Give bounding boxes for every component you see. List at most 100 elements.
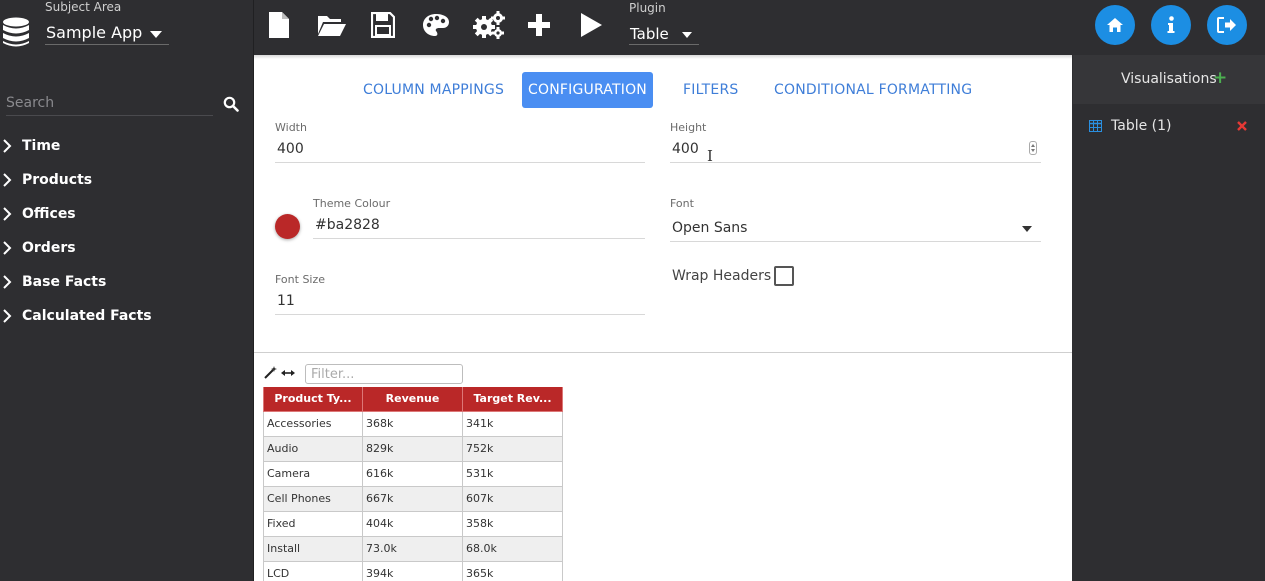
table-cell: Accessories — [263, 412, 363, 437]
resize-horizontal-icon[interactable] — [281, 366, 295, 380]
width-input[interactable]: 400 — [275, 137, 645, 163]
table-cell: 394k — [363, 562, 463, 581]
chevron-down-icon — [1022, 226, 1032, 232]
table-row: Audio 829k 752k — [263, 437, 564, 462]
sidebar-item-products[interactable]: Products — [0, 168, 250, 192]
sign-out-icon — [1217, 17, 1236, 33]
open-folder-icon[interactable] — [316, 10, 348, 40]
tab-configuration[interactable]: CONFIGURATION — [522, 72, 653, 108]
table-cell: 404k — [363, 512, 463, 537]
table-cell: 365k — [463, 562, 563, 581]
tab-column-mappings[interactable]: COLUMN MAPPINGS — [363, 72, 504, 108]
table-filter-input[interactable] — [305, 364, 463, 384]
font-select[interactable]: Open Sans — [670, 216, 1041, 242]
plus-icon[interactable] — [524, 10, 554, 40]
wrap-headers-checkbox[interactable] — [774, 266, 794, 286]
sidebar-item-label: Time — [22, 138, 61, 154]
search-box — [6, 92, 213, 116]
theme-colour-swatch[interactable] — [275, 214, 300, 239]
sign-out-button[interactable] — [1207, 5, 1247, 45]
table-row: Camera 616k 531k — [263, 462, 564, 487]
home-icon — [1107, 18, 1123, 32]
height-value: 400 — [672, 141, 699, 157]
table-cell: 341k — [463, 412, 563, 437]
sidebar-item-orders[interactable]: Orders — [0, 236, 250, 260]
chevron-right-icon — [3, 173, 12, 187]
home-button[interactable] — [1095, 5, 1135, 45]
sidebar-item-base-facts[interactable]: Base Facts — [0, 270, 250, 294]
table-cell: 531k — [463, 462, 563, 487]
table-cell: Cell Phones — [263, 487, 363, 512]
height-label: Height — [670, 121, 707, 134]
table-row: Accessories 368k 341k — [263, 412, 564, 437]
add-visualisation-icon[interactable]: + — [1213, 70, 1227, 87]
table-row: LCD 394k 365k — [263, 562, 564, 581]
table-row: Cell Phones 667k 607k — [263, 487, 564, 512]
magic-wand-icon[interactable] — [263, 366, 277, 380]
tab-filters[interactable]: FILTERS — [683, 72, 738, 108]
preview-table: Product Ty... Revenue Target Rev... Acce… — [263, 387, 564, 581]
chevron-down-icon — [150, 31, 162, 38]
table-cell: Camera — [263, 462, 363, 487]
subject-area-label: Subject Area — [45, 0, 122, 14]
subject-area-value: Sample App — [46, 23, 143, 42]
height-input[interactable]: 400 — [670, 137, 1041, 163]
search-input[interactable] — [6, 92, 206, 114]
palette-icon[interactable] — [421, 10, 451, 40]
theme-colour-input[interactable]: #ba2828 — [313, 213, 645, 239]
new-file-icon[interactable] — [264, 10, 294, 40]
table-cell: 358k — [463, 512, 563, 537]
table-cell: 68.0k — [463, 537, 563, 562]
info-button[interactable] — [1151, 5, 1191, 45]
table-cell: 616k — [363, 462, 463, 487]
main-panel-shadow — [254, 55, 1072, 59]
number-spinner-icon[interactable] — [1029, 141, 1037, 155]
text-cursor-icon: I — [707, 147, 713, 165]
font-size-value: 11 — [277, 293, 295, 309]
remove-visualisation-icon[interactable] — [1237, 121, 1247, 131]
table-cell: 368k — [363, 412, 463, 437]
column-header[interactable]: Revenue — [363, 387, 463, 412]
search-icon[interactable] — [223, 96, 239, 112]
table-cell: Audio — [263, 437, 363, 462]
tab-conditional-formatting[interactable]: CONDITIONAL FORMATTING — [774, 72, 972, 108]
table-row: Install 73.0k 68.0k — [263, 537, 564, 562]
subject-area-select[interactable]: Sample App — [45, 22, 169, 45]
play-icon[interactable] — [576, 10, 606, 40]
chevron-right-icon — [3, 309, 12, 323]
plugin-value: Table — [630, 25, 669, 43]
font-label: Font — [670, 197, 694, 210]
column-header[interactable]: Target Rev... — [463, 387, 563, 412]
table-cell: LCD — [263, 562, 363, 581]
table-row: Fixed 404k 358k — [263, 512, 564, 537]
save-icon[interactable] — [368, 10, 398, 40]
visualisations-title: Visualisations — [1121, 71, 1217, 87]
sidebar-item-label: Orders — [22, 240, 76, 256]
cogs-icon[interactable] — [473, 10, 505, 40]
table-cell: 73.0k — [363, 537, 463, 562]
sidebar-item-label: Base Facts — [22, 274, 107, 290]
config-preview-divider — [254, 352, 1072, 353]
sidebar-item-time[interactable]: Time — [0, 134, 250, 158]
sidebar-item-offices[interactable]: Offices — [0, 202, 250, 226]
plugin-select[interactable]: Table — [629, 22, 699, 45]
chevron-down-icon — [682, 32, 692, 38]
chevron-right-icon — [3, 275, 12, 289]
visualisation-item[interactable]: Table (1) — [1088, 116, 1258, 136]
font-size-input[interactable]: 11 — [275, 289, 645, 315]
database-icon — [3, 17, 29, 47]
table-icon — [1089, 120, 1102, 132]
font-value: Open Sans — [672, 220, 748, 236]
theme-colour-label: Theme Colour — [313, 197, 391, 210]
column-header[interactable]: Product Ty... — [263, 387, 363, 412]
sidebar-item-label: Calculated Facts — [22, 308, 152, 324]
table-cell: Fixed — [263, 512, 363, 537]
table-cell: 752k — [463, 437, 563, 462]
sidebar-item-label: Products — [22, 172, 93, 188]
sidebar-item-calculated-facts[interactable]: Calculated Facts — [0, 304, 250, 328]
table-cell: 607k — [463, 487, 563, 512]
table-cell: Install — [263, 537, 363, 562]
width-value: 400 — [277, 141, 304, 157]
sidebar-item-label: Offices — [22, 206, 76, 222]
chevron-right-icon — [3, 207, 12, 221]
